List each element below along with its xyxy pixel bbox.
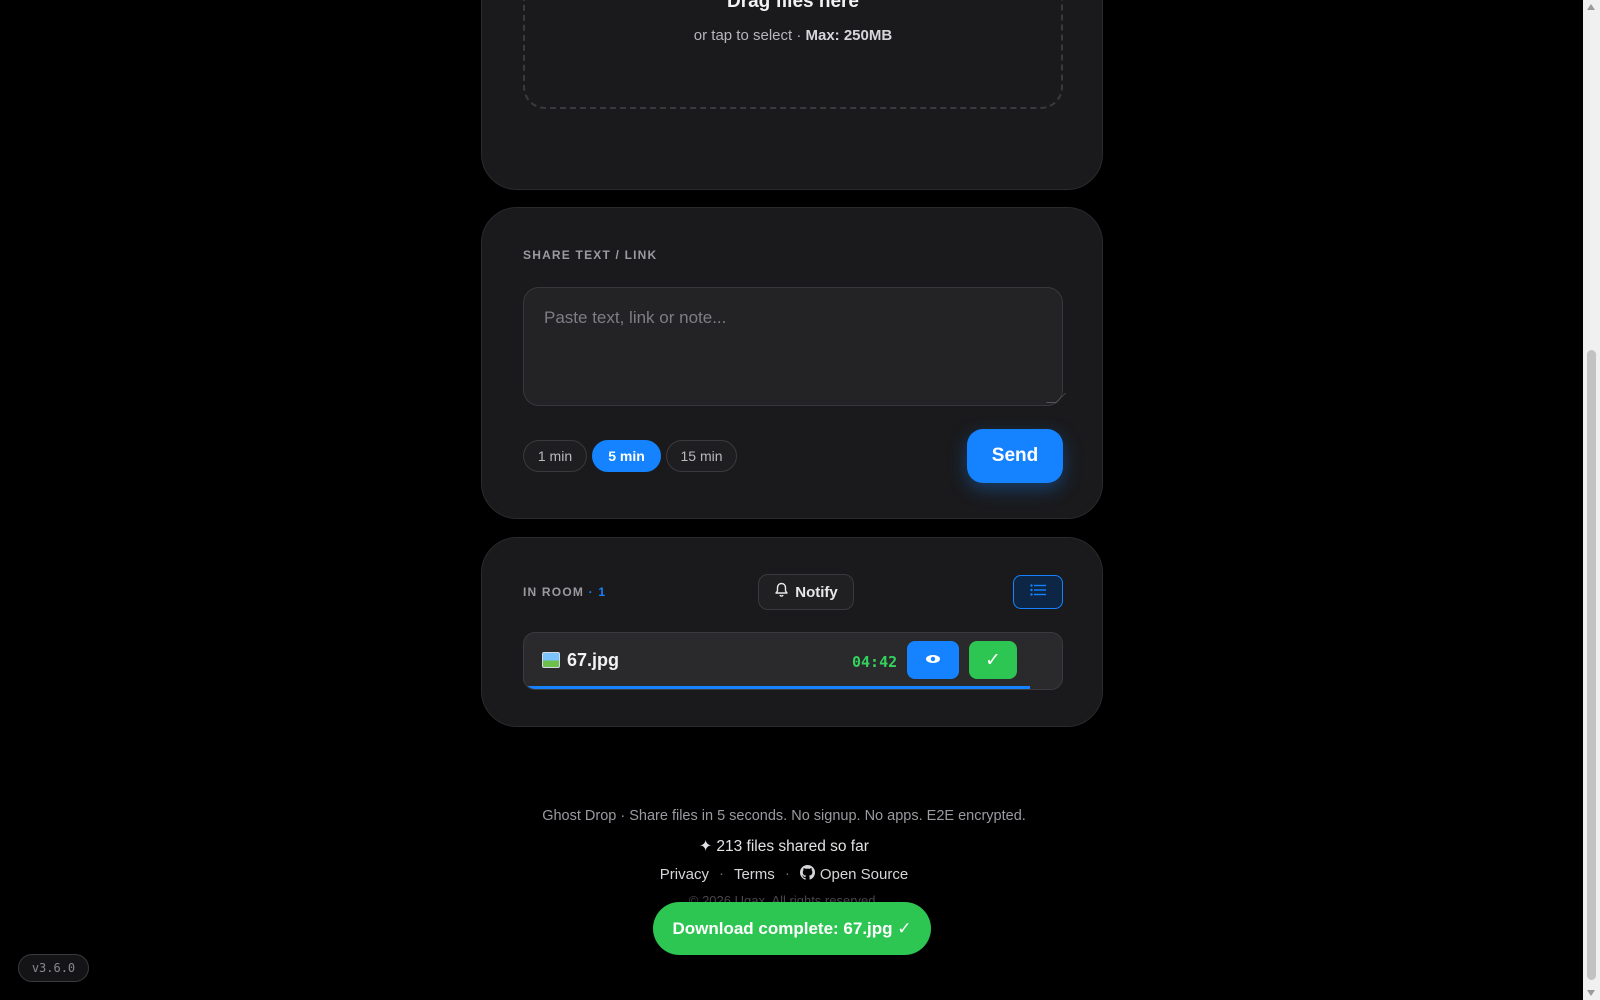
list-view-button[interactable] [1013,575,1063,609]
dropzone-hint: or tap to select · [693,27,806,44]
dropzone-subtitle: or tap to select · Max: 250MB [525,27,1061,44]
file-expiry-timer: 04:42 [852,653,898,671]
room-label-text: IN ROOM [523,585,585,599]
dropzone-title: Drag files here [727,0,859,12]
file-dropzone[interactable]: Drag files here or tap to select · Max: … [523,0,1063,109]
scroll-down-icon[interactable] [1587,990,1595,996]
privacy-link[interactable]: Privacy [660,865,709,884]
footer-tagline: Ghost Drop · Share files in 5 seconds. N… [542,808,1026,824]
notify-button[interactable]: Notify [758,574,854,610]
file-name: 67.jpg [567,650,620,670]
bell-icon [774,582,789,602]
footer-links: Privacy · Terms · Open Source [0,865,1568,884]
view-file-button[interactable] [907,641,959,679]
room-count: · 1 [588,585,607,599]
check-icon: ✓ [985,649,1001,671]
share-section-label: SHARE TEXT / LINK [523,248,658,262]
upload-card: Drag files here or tap to select · Max: … [481,0,1103,190]
footer-separator: · [718,865,724,882]
share-text-input[interactable] [523,287,1063,406]
duration-1-min-button[interactable]: 1 min [523,440,587,472]
version-badge: v3.6.0 [18,954,89,982]
download-complete-button[interactable]: ✓ [969,641,1017,679]
file-progress-bar [524,686,1030,689]
max-size-label: Max: 250MB [805,27,893,44]
duration-5-min-button[interactable]: 5 min [592,440,661,472]
send-button[interactable]: Send [967,429,1063,483]
terms-link[interactable]: Terms [734,865,775,884]
footer-separator: · [784,865,790,882]
download-complete-toast: Download complete: 67.jpg ✓ [653,902,931,955]
github-icon [799,865,815,884]
room-card: IN ROOM · 1 Notify 67.jpg 04:42 ✓ [481,537,1103,727]
eye-icon [925,651,941,669]
page-scrollbar[interactable] [1583,0,1600,1000]
files-shared-count: ✦ 213 files shared so far [699,838,869,855]
duration-15-min-button[interactable]: 15 min [666,440,737,472]
room-label: IN ROOM · 1 [523,585,606,599]
open-source-label: Open Source [819,866,909,883]
scrollbar-thumb[interactable] [1587,350,1596,980]
list-icon [1030,583,1046,601]
share-text-card: SHARE TEXT / LINK 1 min 5 min 15 min Sen… [481,207,1103,519]
scroll-up-icon[interactable] [1587,4,1595,10]
open-source-link[interactable]: Open Source [799,865,909,884]
notify-label: Notify [795,583,838,601]
page: Drag files here or tap to select · Max: … [0,0,1600,1000]
image-icon [542,652,560,668]
file-row: 67.jpg 04:42 ✓ [523,632,1063,690]
